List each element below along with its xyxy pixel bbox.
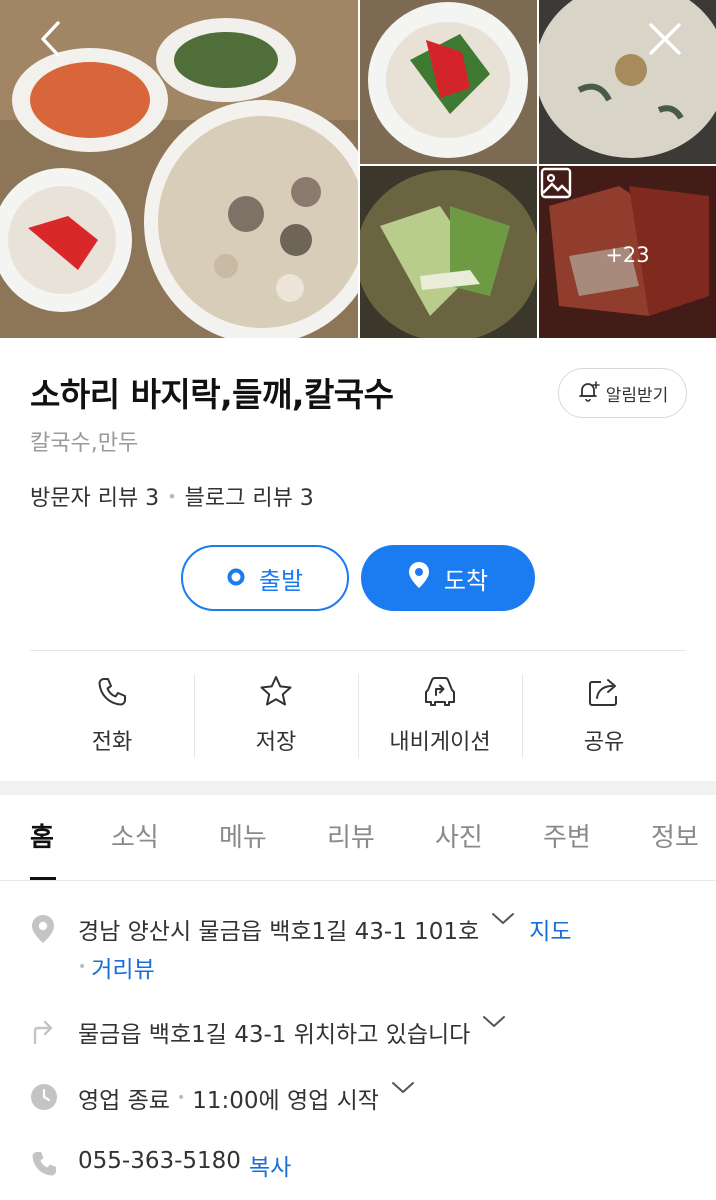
copy-phone-button[interactable]: 복사 bbox=[249, 1148, 291, 1182]
call-label: 전화 bbox=[91, 730, 133, 755]
tab-home[interactable]: 홈 bbox=[30, 817, 54, 854]
divider bbox=[30, 650, 686, 651]
address-text: 경남 양산시 물금읍 백호1길 43-1 101호 bbox=[78, 919, 480, 945]
close-icon bbox=[647, 21, 683, 61]
place-category: 칼국수,만두 bbox=[30, 431, 139, 456]
clock-icon bbox=[30, 1081, 78, 1111]
alarm-label: 알림받기 bbox=[605, 385, 669, 406]
phone-icon bbox=[95, 672, 129, 712]
call-action[interactable]: 전화 bbox=[30, 672, 194, 758]
photo-thumb-1[interactable] bbox=[360, 0, 537, 164]
chevron-down-icon[interactable] bbox=[482, 1015, 506, 1029]
photo-thumb-more[interactable]: +23 bbox=[539, 166, 716, 338]
route-start-label: 출발 bbox=[258, 566, 304, 595]
phone-icon bbox=[30, 1148, 78, 1178]
action-row: 전화 저장 내비게이션 공유 bbox=[30, 672, 686, 758]
share-action[interactable]: 공유 bbox=[522, 672, 686, 758]
route-end-label: 도착 bbox=[443, 566, 489, 595]
share-label: 공유 bbox=[583, 730, 625, 755]
place-title: 소하리 바지락,들깨,칼국수 bbox=[30, 375, 394, 414]
save-label: 저장 bbox=[255, 730, 297, 755]
route-end-button[interactable]: 도착 bbox=[361, 545, 535, 611]
navigation-action[interactable]: 내비게이션 bbox=[358, 672, 522, 758]
tab-bar: 홈 소식 메뉴 리뷰 사진 주변 정보 bbox=[0, 795, 716, 881]
directions-row: 물금읍 백호1길 43-1 위치하고 있습니다 bbox=[30, 1015, 506, 1049]
tab-reviews[interactable]: 리뷰 bbox=[327, 817, 375, 854]
more-photos-count: +23 bbox=[605, 243, 650, 267]
car-navigation-icon bbox=[421, 672, 459, 712]
tab-nearby[interactable]: 주변 bbox=[543, 817, 591, 854]
close-button[interactable] bbox=[642, 18, 688, 64]
street-view-link[interactable]: 거리뷰 bbox=[91, 950, 154, 984]
separator-dot: • bbox=[176, 1090, 186, 1106]
active-tab-indicator bbox=[30, 877, 56, 880]
share-icon bbox=[586, 672, 622, 712]
location-pin-icon bbox=[30, 912, 78, 944]
section-separator bbox=[0, 781, 716, 795]
blog-reviews-link[interactable]: 블로그 리뷰 3 bbox=[185, 480, 314, 512]
separator-dot: • bbox=[78, 959, 87, 975]
photo-thumb-3[interactable] bbox=[360, 166, 537, 338]
turn-arrow-icon bbox=[30, 1015, 78, 1045]
chevron-down-icon[interactable] bbox=[491, 912, 515, 926]
bell-plus-icon bbox=[577, 379, 606, 408]
chevron-down-icon[interactable] bbox=[391, 1081, 415, 1095]
directions-text: 물금읍 백호1길 43-1 위치하고 있습니다 bbox=[78, 1022, 471, 1048]
back-button[interactable] bbox=[28, 18, 74, 64]
chevron-left-icon bbox=[36, 20, 66, 62]
review-summary: 방문자 리뷰 3 • 블로그 리뷰 3 bbox=[30, 480, 314, 512]
alarm-button[interactable]: 알림받기 bbox=[558, 368, 687, 418]
location-pin-icon bbox=[408, 561, 444, 595]
tab-menu[interactable]: 메뉴 bbox=[219, 817, 267, 854]
photo-thumb-2[interactable] bbox=[539, 0, 716, 164]
hours-row: 영업 종료 • 11:00에 영업 시작 bbox=[30, 1081, 415, 1115]
route-start-button[interactable]: 출발 bbox=[181, 545, 349, 611]
phone-number[interactable]: 055-363-5180 bbox=[78, 1148, 241, 1174]
start-point-icon bbox=[227, 564, 259, 592]
photo-gallery: +23 bbox=[0, 0, 716, 338]
more-photos-overlay[interactable]: +23 bbox=[539, 166, 716, 338]
phone-row: 055-363-5180 복사 bbox=[30, 1148, 291, 1182]
tab-info[interactable]: 정보 bbox=[651, 817, 699, 854]
navigation-label: 내비게이션 bbox=[389, 730, 491, 755]
address-row: 경남 양산시 물금읍 백호1길 43-1 101호 지도 bbox=[30, 912, 572, 946]
map-link[interactable]: 지도 bbox=[529, 912, 571, 946]
save-action[interactable]: 저장 bbox=[194, 672, 358, 758]
tab-photos[interactable]: 사진 bbox=[435, 817, 483, 854]
separator-dot: • bbox=[167, 486, 177, 506]
star-icon bbox=[258, 672, 294, 712]
hours-next: 11:00에 영업 시작 bbox=[192, 1088, 379, 1114]
street-view-row: • 거리뷰 bbox=[78, 950, 155, 984]
tab-news[interactable]: 소식 bbox=[111, 817, 159, 854]
visitor-reviews-link[interactable]: 방문자 리뷰 3 bbox=[30, 480, 159, 512]
hours-status: 영업 종료 bbox=[78, 1088, 170, 1114]
